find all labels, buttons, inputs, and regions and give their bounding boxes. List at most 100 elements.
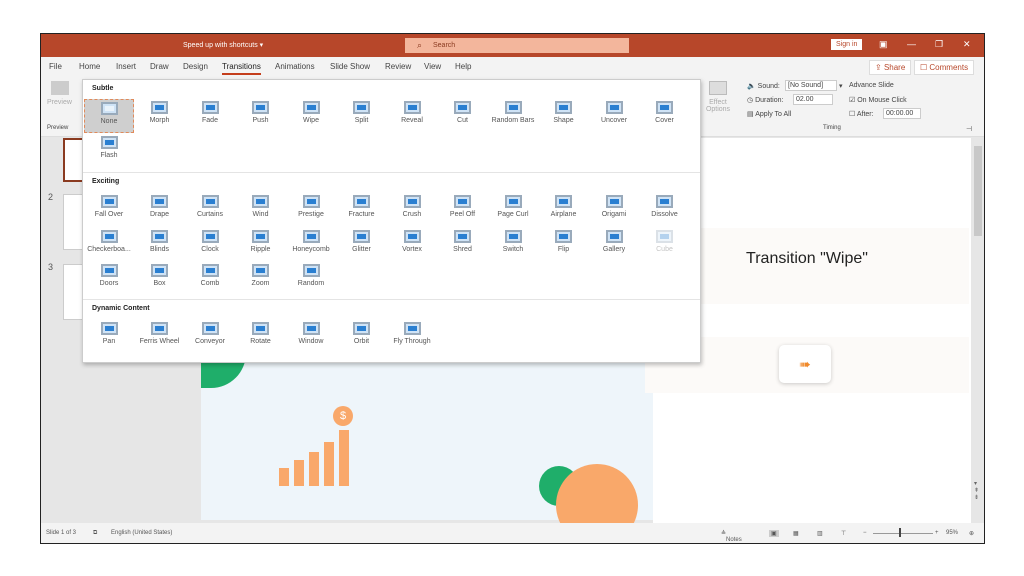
after-input[interactable]: 00:00.00 — [883, 108, 921, 119]
transition-ferris-wheel[interactable]: Ferris Wheel — [135, 320, 185, 354]
tab-transitions[interactable]: Transitions — [222, 62, 261, 75]
transition-fall-over[interactable]: Fall Over — [84, 193, 134, 227]
apply-to-all-button[interactable]: ▤ Apply To All — [747, 110, 791, 118]
transition-box[interactable]: Box — [135, 262, 185, 296]
duration-input[interactable]: 02.00 — [793, 94, 833, 105]
vertical-scrollbar[interactable]: ▾ ⇞ ⇟ — [971, 138, 984, 523]
after-checkbox[interactable]: ☐ After: — [849, 110, 874, 118]
normal-view-icon[interactable]: ▣ — [769, 530, 779, 537]
notes-button[interactable]: ≜ Notes — [721, 530, 742, 543]
transition-conveyor[interactable]: Conveyor — [185, 320, 235, 354]
transition-shape[interactable]: Shape — [539, 99, 589, 133]
chevron-down-icon[interactable]: ▾ — [839, 82, 843, 90]
transition-drape[interactable]: Drape — [135, 193, 185, 227]
transition-switch[interactable]: Switch — [488, 228, 538, 262]
fit-to-window-icon[interactable]: ⊕ — [969, 530, 974, 537]
transition-curtains[interactable]: Curtains — [185, 193, 235, 227]
duration-label: ◷ Duration: — [747, 97, 784, 104]
transition-window[interactable]: Window — [286, 320, 336, 354]
share-button[interactable]: ⇪ Share — [869, 60, 912, 75]
transition-clock[interactable]: Clock — [185, 228, 235, 262]
slideshow-icon[interactable]: ⊤ — [841, 530, 846, 537]
zoom-out-button[interactable]: − — [863, 530, 867, 536]
search-box[interactable]: ⌕ Search — [405, 38, 629, 53]
transition-cover[interactable]: Cover — [640, 99, 690, 133]
transition-pan[interactable]: Pan — [84, 320, 134, 354]
transition-cube[interactable]: Cube — [640, 228, 690, 262]
transition-wipe[interactable]: Wipe — [286, 99, 336, 133]
transition-glitter[interactable]: Glitter — [337, 228, 387, 262]
restore-button[interactable]: ❐ — [935, 39, 943, 50]
language-status[interactable]: English (United States) — [111, 530, 172, 536]
accessibility-icon[interactable]: ⧉ — [93, 530, 97, 537]
tab-design[interactable]: Design — [183, 62, 208, 71]
arrow-right-icon[interactable]: ➠ — [779, 345, 831, 383]
document-title[interactable]: Speed up with shortcuts ▾ — [183, 41, 263, 49]
sound-dropdown[interactable]: [No Sound] — [785, 80, 837, 91]
tab-draw[interactable]: Draw — [150, 62, 169, 71]
transition-rotate[interactable]: Rotate — [236, 320, 286, 354]
transition-morph[interactable]: Morph — [135, 99, 185, 133]
transition-origami[interactable]: Origami — [589, 193, 639, 227]
transition-icon — [403, 230, 421, 243]
tab-review[interactable]: Review — [385, 62, 411, 71]
transition-uncover[interactable]: Uncover — [589, 99, 639, 133]
close-button[interactable]: ✕ — [963, 39, 971, 50]
transition-fly-through[interactable]: Fly Through — [387, 320, 437, 354]
transition-blinds[interactable]: Blinds — [135, 228, 185, 262]
transition-dissolve[interactable]: Dissolve — [640, 193, 690, 227]
preview-button[interactable]: Preview — [47, 99, 72, 106]
transition-random[interactable]: Random — [286, 262, 336, 296]
tab-view[interactable]: View — [424, 62, 441, 71]
transition-fracture[interactable]: Fracture — [337, 193, 387, 227]
transition-page-curl[interactable]: Page Curl — [488, 193, 538, 227]
on-mouse-click-checkbox[interactable]: ☑ On Mouse Click — [849, 96, 907, 104]
transition-prestige[interactable]: Prestige — [286, 193, 336, 227]
transition-orbit[interactable]: Orbit — [337, 320, 387, 354]
zoom-in-button[interactable]: + — [935, 530, 939, 536]
transition-flip[interactable]: Flip — [539, 228, 589, 262]
transition-vortex[interactable]: Vortex — [387, 228, 437, 262]
scroll-down-icon[interactable]: ▾ ⇞ ⇟ — [974, 480, 979, 501]
ribbon-display-icon[interactable]: ▣ — [879, 39, 888, 50]
tab-help[interactable]: Help — [455, 62, 471, 71]
transition-wind[interactable]: Wind — [236, 193, 286, 227]
tab-insert[interactable]: Insert — [116, 62, 136, 71]
transition-shred[interactable]: Shred — [438, 228, 488, 262]
minimize-button[interactable]: — — [907, 39, 916, 49]
transition-gallery[interactable]: Gallery — [589, 228, 639, 262]
transition-push[interactable]: Push — [236, 99, 286, 133]
sign-in-button[interactable]: Sign in — [831, 39, 863, 50]
comments-button[interactable]: ☐ Comments — [914, 60, 975, 75]
transition-doors[interactable]: Doors — [84, 262, 134, 296]
transition-icon — [100, 322, 118, 335]
tab-file[interactable]: File — [49, 62, 62, 71]
transition-airplane[interactable]: Airplane — [539, 193, 589, 227]
transition-fade[interactable]: Fade — [185, 99, 235, 133]
transition-label: Cover — [655, 117, 674, 124]
transition-random-bars[interactable]: Random Bars — [488, 99, 538, 133]
tab-home[interactable]: Home — [79, 62, 100, 71]
transition-crush[interactable]: Crush — [387, 193, 437, 227]
zoom-slider-handle[interactable] — [899, 528, 901, 537]
transition-ripple[interactable]: Ripple — [236, 228, 286, 262]
transition-honeycomb[interactable]: Honeycomb — [286, 228, 336, 262]
tab-animations[interactable]: Animations — [275, 62, 315, 71]
transition-cut[interactable]: Cut — [438, 99, 488, 133]
transition-checkerboa[interactable]: Checkerboa... — [84, 228, 134, 262]
zoom-slider[interactable] — [873, 533, 933, 534]
pin-ribbon-icon[interactable]: ⊣ — [966, 125, 972, 133]
transition-none[interactable]: None — [84, 99, 134, 133]
scroll-thumb[interactable] — [974, 146, 982, 236]
transition-comb[interactable]: Comb — [185, 262, 235, 296]
tab-slide-show[interactable]: Slide Show — [330, 62, 370, 71]
reading-view-icon[interactable]: ▥ — [817, 530, 823, 537]
zoom-level[interactable]: 95% — [946, 530, 958, 536]
transition-split[interactable]: Split — [337, 99, 387, 133]
transition-zoom[interactable]: Zoom — [236, 262, 286, 296]
effect-options-button[interactable]: Effect Options — [703, 99, 733, 113]
transition-peel-off[interactable]: Peel Off — [438, 193, 488, 227]
transition-flash[interactable]: Flash — [84, 134, 134, 168]
slide-sorter-icon[interactable]: ▦ — [793, 530, 799, 537]
transition-reveal[interactable]: Reveal — [387, 99, 437, 133]
